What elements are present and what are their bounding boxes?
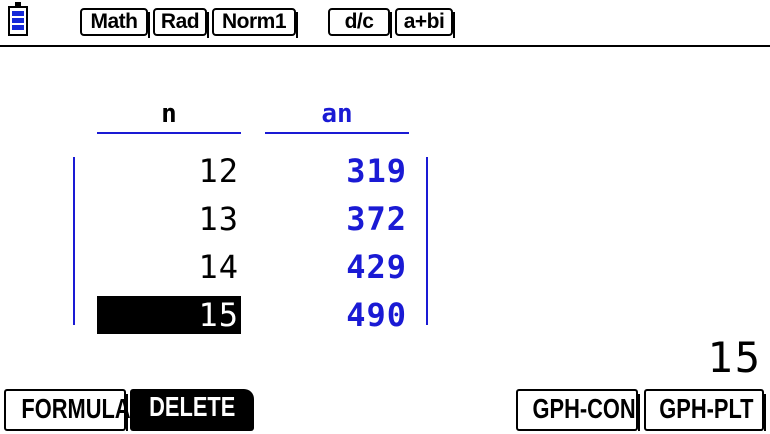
status-divider xyxy=(0,45,770,47)
column-header-underline-n xyxy=(97,132,241,134)
cell-an[interactable]: 490 xyxy=(265,296,409,334)
table-right-border xyxy=(426,157,428,325)
column-header-n: n xyxy=(161,99,177,129)
formula-button[interactable]: FORMULA xyxy=(4,389,131,431)
complex-mode-badge: a+bi xyxy=(395,8,455,38)
cell-n[interactable]: 13 xyxy=(97,200,241,238)
status-bar: Math Rad Norm1 d/c a+bi xyxy=(0,0,770,44)
table-row[interactable]: 12 319 xyxy=(97,152,409,194)
table-left-border xyxy=(73,157,75,325)
column-header-underline-an xyxy=(265,132,409,134)
cell-n[interactable]: 14 xyxy=(97,248,241,286)
cell-n[interactable]: 12 xyxy=(97,152,241,190)
graph-connect-button[interactable]: GPH-CON xyxy=(516,389,640,431)
graph-plot-button[interactable]: GPH-PLT xyxy=(644,389,766,431)
table-row[interactable]: 13 372 xyxy=(97,200,409,242)
display-mode-badge: Norm1 xyxy=(212,8,298,38)
math-mode-badge: Math xyxy=(80,8,150,38)
cell-an[interactable]: 372 xyxy=(265,200,409,238)
cell-an[interactable]: 429 xyxy=(265,248,409,286)
angle-mode-badge: Rad xyxy=(153,8,209,38)
column-header-an: an xyxy=(321,99,353,129)
table-row-selected[interactable]: 15 490 xyxy=(97,296,409,338)
battery-icon xyxy=(8,2,28,36)
delete-button[interactable]: DELETE xyxy=(130,389,254,431)
cell-n-selected[interactable]: 15 xyxy=(97,296,241,334)
cell-an[interactable]: 319 xyxy=(265,152,409,190)
entry-line-value: 15 xyxy=(707,333,762,382)
fraction-mode-badge: d/c xyxy=(328,8,392,38)
table-row[interactable]: 14 429 xyxy=(97,248,409,290)
